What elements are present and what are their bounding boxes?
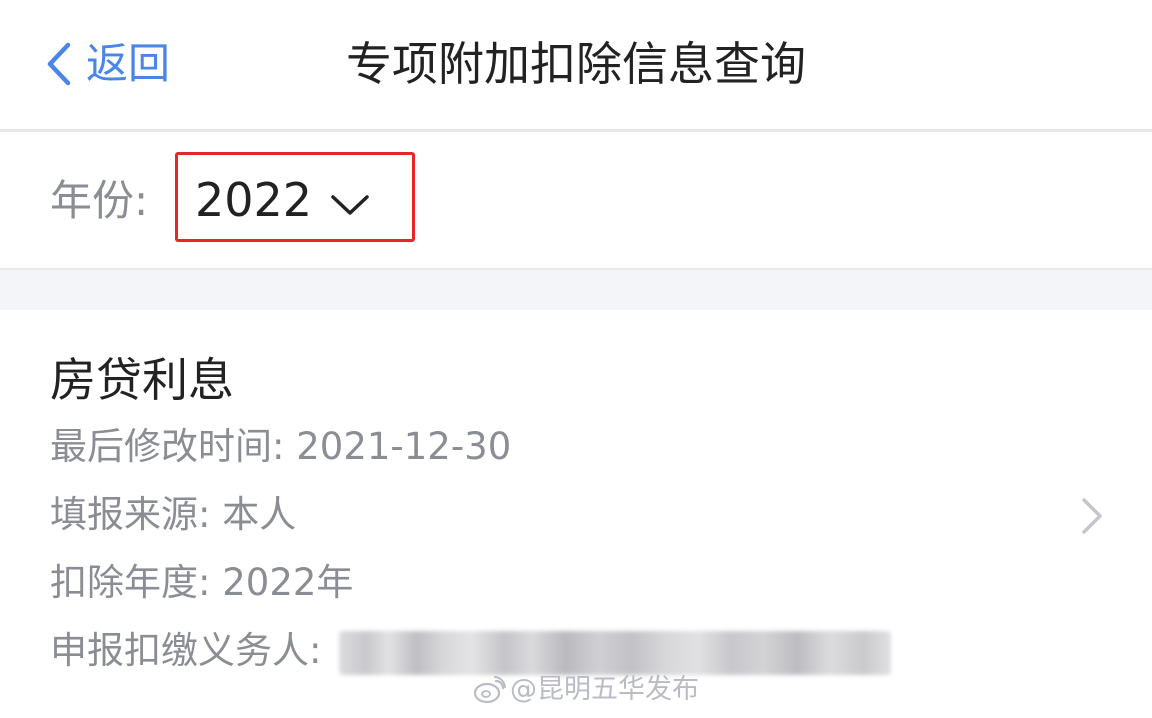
deduction-record-card[interactable]: 房贷利息 最后修改时间: 2021-12-30 填报来源: 本人 扣除年度: 2… [0,310,1152,718]
deduction-year-label: 扣除年度: [50,561,211,604]
year-value: 2022 [195,173,313,227]
source-value: 本人 [222,493,297,536]
chevron-right-icon [1080,496,1104,536]
modified-time-label: 最后修改时间: [50,425,285,468]
withholding-agent-row: 申报扣缴义务人: [50,626,892,676]
section-divider [0,270,1152,310]
watermark-text: @昆明五华发布 [510,674,699,705]
source-row: 填报来源: 本人 [50,490,296,540]
record-title: 房贷利息 [50,353,234,407]
page-title: 专项附加扣除信息查询 [346,37,806,91]
chevron-down-icon [330,193,370,217]
navigation-bar: 返回 专项附加扣除信息查询 [0,0,1152,132]
year-label: 年份: [50,176,149,225]
source-label: 填报来源: [50,493,211,536]
withholding-agent-label: 申报扣缴义务人: [50,629,322,672]
withholding-agent-redacted [339,630,892,675]
deduction-year-row: 扣除年度: 2022年 [50,558,353,608]
deduction-year-value: 2022年 [222,561,354,604]
modified-time-row: 最后修改时间: 2021-12-30 [50,422,511,472]
weibo-icon [472,675,506,705]
watermark: @昆明五华发布 [472,670,699,710]
year-filter-row: 年份: 2022 [0,132,1152,270]
year-dropdown[interactable]: 2022 [175,152,415,242]
modified-time-value: 2021-12-30 [296,425,512,468]
